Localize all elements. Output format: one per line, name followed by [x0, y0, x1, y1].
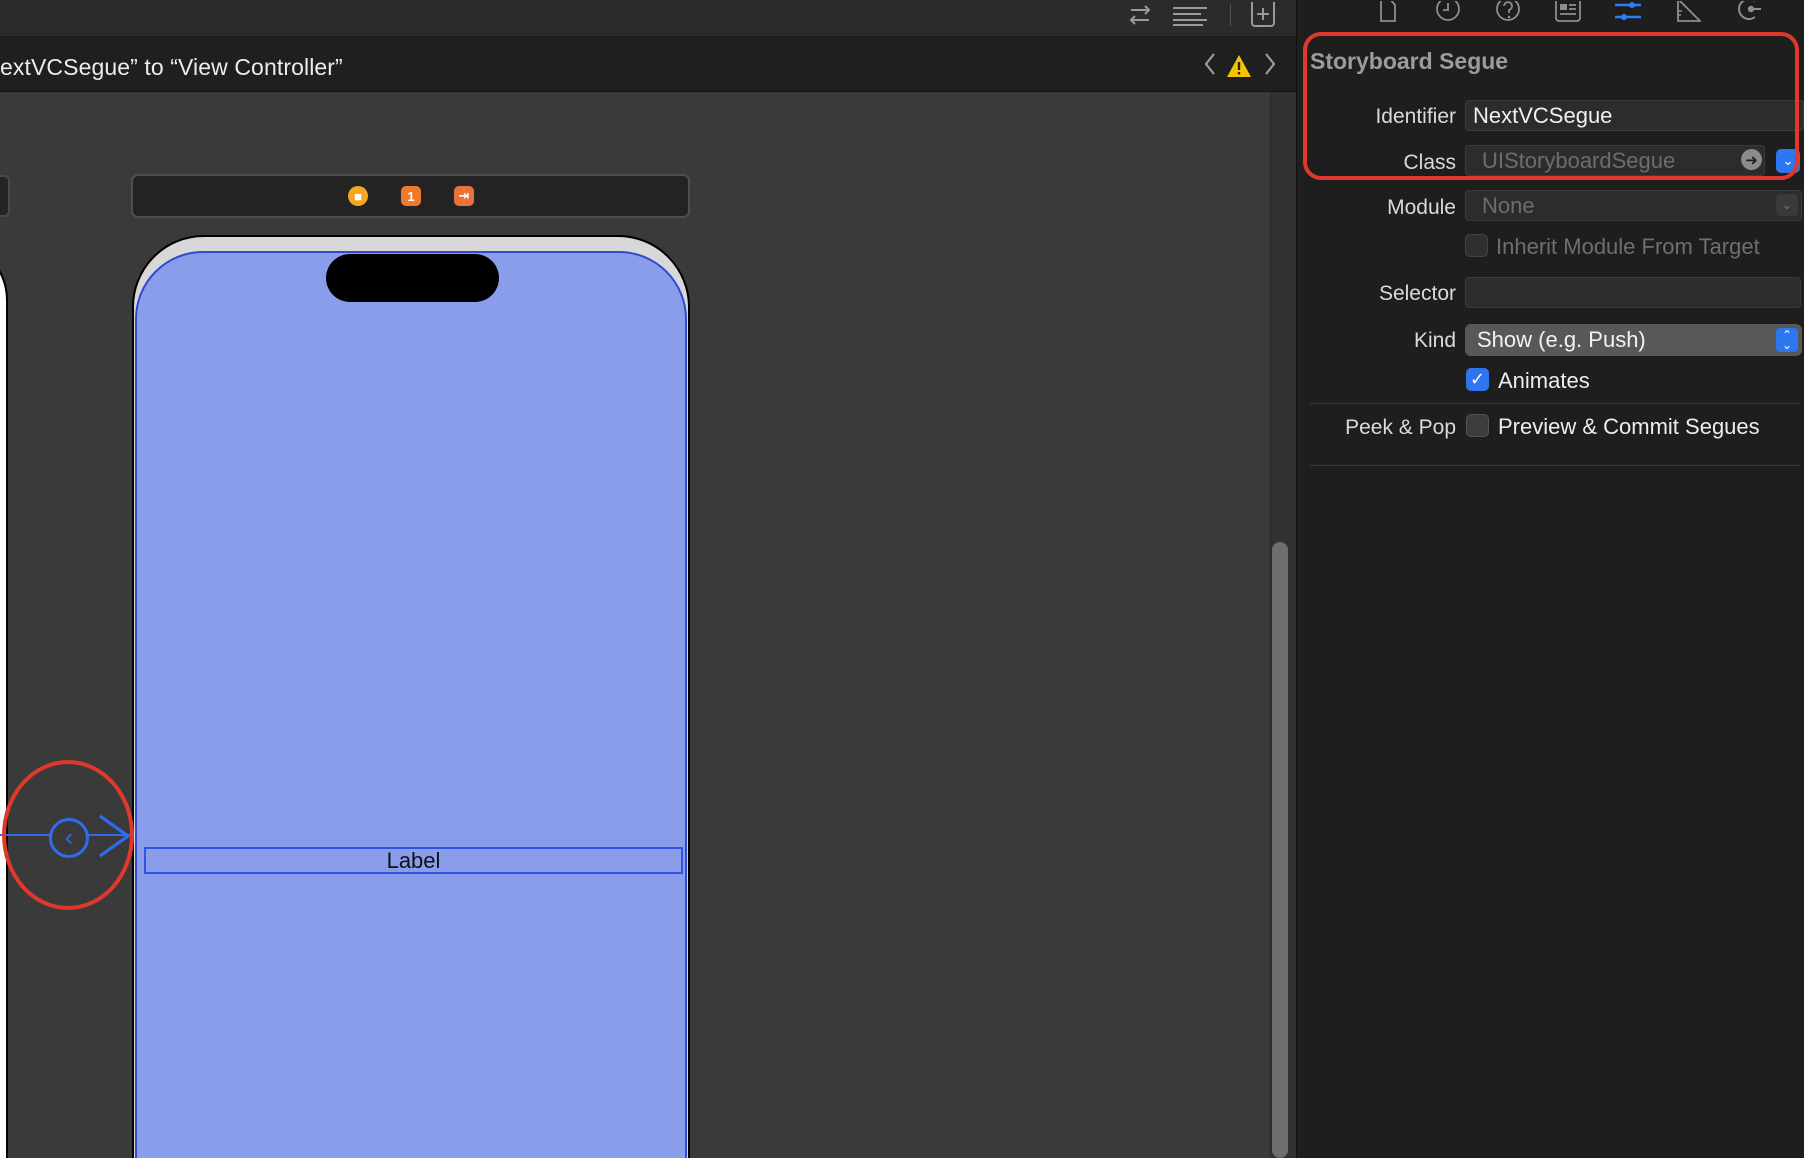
animates-checkbox[interactable]: ✓: [1466, 368, 1489, 391]
file-icon[interactable]: [1373, 0, 1403, 26]
selector-field[interactable]: [1465, 277, 1801, 308]
annotation-ellipse: [2, 760, 134, 910]
view-controller-icon[interactable]: ■: [348, 186, 368, 206]
exit-icon[interactable]: ⇥: [454, 186, 474, 206]
editor-options-icon[interactable]: [1170, 0, 1210, 30]
jump-bar: extVCSegue” to “View Controller”: [0, 37, 1296, 92]
previous-scene-dock[interactable]: [0, 175, 10, 217]
kind-label: Kind: [1413, 329, 1456, 352]
inspector-tab-bar: [1297, 0, 1804, 28]
preview-commit-checkbox[interactable]: [1466, 414, 1489, 437]
chevron-left-icon[interactable]: [1198, 49, 1222, 79]
module-label: Module: [1387, 196, 1456, 219]
kind-value: Show (e.g. Push): [1477, 327, 1646, 352]
editor-toolbar: [0, 0, 1296, 37]
first-responder-icon[interactable]: 1: [401, 186, 421, 206]
popup-stepper-icon: ⌃ ⌄: [1776, 328, 1798, 352]
previous-scene-device[interactable]: [0, 240, 8, 1158]
attributes-icon[interactable]: [1613, 0, 1643, 26]
module-dropdown-icon[interactable]: ⌄: [1776, 194, 1798, 216]
label-view[interactable]: Label: [144, 847, 683, 874]
annotation-rectangle: [1303, 32, 1799, 180]
view-controller-device[interactable]: Label: [132, 235, 690, 1158]
add-editor-icon[interactable]: [1248, 0, 1278, 30]
identity-icon[interactable]: [1553, 0, 1583, 26]
section-divider: [1310, 403, 1800, 404]
toolbar-separator: [1230, 4, 1231, 26]
chevron-right-icon[interactable]: [1258, 49, 1282, 79]
selector-label: Selector: [1378, 282, 1456, 305]
kind-popup-button[interactable]: Show (e.g. Push) ⌃ ⌄: [1465, 324, 1802, 356]
scene-dock[interactable]: ■ 1 ⇥: [131, 174, 690, 218]
module-field[interactable]: None: [1465, 190, 1802, 221]
section-divider-bottom: [1310, 465, 1800, 466]
warning-triangle-icon[interactable]: [1226, 54, 1252, 78]
peek-pop-label: Peek & Pop: [1345, 416, 1456, 439]
scrollbar-thumb[interactable]: [1272, 542, 1288, 1158]
swap-arrows-icon[interactable]: [1124, 0, 1156, 30]
view-controller-view[interactable]: Label: [135, 251, 687, 1158]
size-icon[interactable]: [1673, 0, 1703, 26]
dynamic-island: [326, 254, 499, 302]
animates-label: Animates: [1498, 368, 1590, 393]
connections-icon[interactable]: [1733, 0, 1763, 26]
inherit-module-checkbox[interactable]: [1465, 234, 1488, 257]
breadcrumb-title[interactable]: extVCSegue” to “View Controller”: [0, 54, 343, 81]
help-icon[interactable]: [1493, 0, 1523, 26]
preview-commit-label: Preview & Commit Segues: [1498, 414, 1760, 439]
history-icon[interactable]: [1433, 0, 1463, 26]
inherit-module-label: Inherit Module From Target: [1496, 234, 1760, 259]
